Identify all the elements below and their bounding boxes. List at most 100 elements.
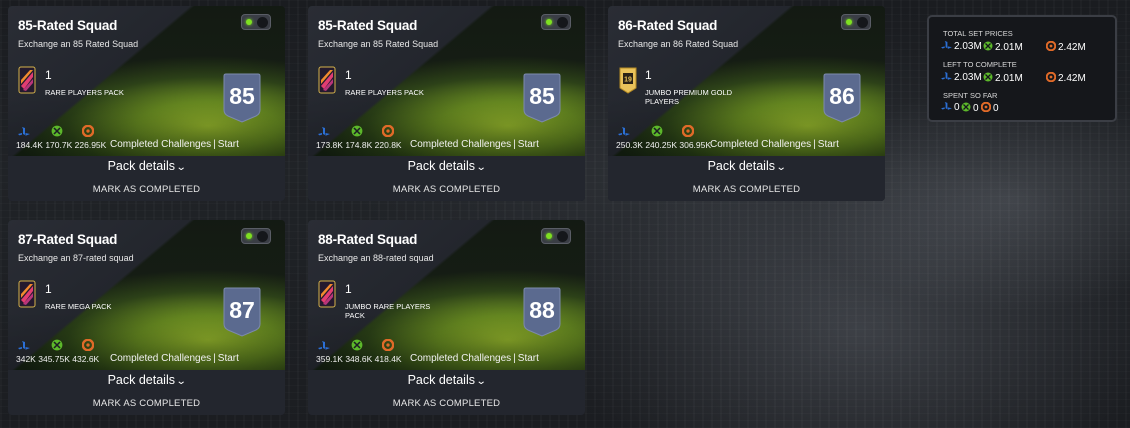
start-link[interactable]: Start (218, 353, 239, 364)
total-set-prices-label: TOTAL SET PRICES (943, 29, 1013, 38)
challenge-links: Completed Challenges | Start (110, 139, 239, 150)
pack-details-toggle[interactable]: Pack details⌄ (308, 159, 585, 173)
link-separator: | (513, 139, 516, 150)
challenge-subtitle: Exchange an 86 Rated Squad (618, 39, 739, 49)
ps-price: 359.1K (316, 354, 343, 364)
rating-badge: 86 (822, 72, 862, 124)
platform-prices: 184.4K 170.7K 226.95K (16, 140, 106, 150)
toggle-indicator (546, 233, 552, 239)
toggle-knob (557, 231, 568, 242)
origin-pc-icon (1046, 41, 1056, 51)
toggle-indicator (546, 19, 552, 25)
mark-as-completed-button[interactable]: MARK AS COMPLETED (608, 184, 885, 195)
completed-challenges-link[interactable]: Completed Challenges (110, 139, 211, 150)
summary-value: 0 (993, 103, 999, 114)
toggle-indicator (246, 233, 252, 239)
rare-pack-icon (318, 66, 336, 94)
pack-name: JUMBO RARE PLAYERS PACK (345, 302, 431, 320)
challenge-subtitle: Exchange an 85 Rated Squad (18, 39, 139, 49)
playstation-icon (941, 41, 952, 49)
favourite-toggle[interactable] (541, 14, 571, 30)
favourite-toggle[interactable] (241, 228, 271, 244)
platform-prices: 173.8K 174.8K 220.8K (316, 140, 402, 150)
start-link[interactable]: Start (218, 139, 239, 150)
pack-details-toggle[interactable]: Pack details⌄ (308, 373, 585, 387)
origin-pc-icon (981, 102, 991, 112)
ps-price: 250.3K (616, 140, 643, 150)
favourite-toggle[interactable] (841, 14, 871, 30)
challenge-links: Completed Challenges | Start (710, 139, 839, 150)
pack-name: RARE MEGA PACK (45, 302, 112, 311)
challenge-subtitle: Exchange an 88-rated squad (318, 253, 434, 263)
playstation-icon (318, 122, 330, 136)
rating-value: 88 (529, 297, 555, 323)
set-price-summary: TOTAL SET PRICES 2.03M 2.01M 2.42M LEFT … (927, 15, 1117, 122)
rating-badge: 88 (522, 286, 562, 338)
summary-value: 0 (973, 103, 979, 114)
link-separator: | (213, 139, 216, 150)
challenge-title: 85-Rated Squad (18, 18, 118, 33)
xbox-icon (983, 41, 993, 51)
pack-quantity: 1 (45, 68, 52, 82)
mark-as-completed-button[interactable]: MARK AS COMPLETED (8, 398, 285, 409)
xbox-icon (351, 336, 363, 351)
rating-value: 85 (529, 83, 555, 109)
toggle-knob (857, 17, 868, 28)
rating-badge: 85 (522, 72, 562, 124)
summary-value: 2.03M (954, 41, 982, 52)
playstation-icon (18, 122, 30, 136)
completed-challenges-link[interactable]: Completed Challenges (710, 139, 811, 150)
origin-pc-icon (681, 122, 695, 138)
chevron-down-icon: ⌄ (475, 162, 487, 173)
platform-prices: 359.1K 348.6K 418.4K (316, 354, 402, 364)
platform-prices: 250.3K 240.25K 306.95K (616, 140, 711, 150)
origin-pc-icon (381, 336, 395, 352)
pack-name: JUMBO PREMIUM GOLD PLAYERS (645, 88, 733, 106)
challenge-links: Completed Challenges | Start (410, 353, 539, 364)
svg-text:19: 19 (624, 77, 632, 84)
summary-value: 2.42M (1058, 73, 1086, 84)
pack-details-toggle[interactable]: Pack details⌄ (8, 159, 285, 173)
pack-details-toggle[interactable]: Pack details⌄ (8, 373, 285, 387)
gold-pack-icon: 19 (618, 66, 637, 94)
rare-pack-icon (318, 280, 336, 308)
favourite-toggle[interactable] (541, 228, 571, 244)
pc-price: 418.4K (374, 354, 402, 364)
total-ps-price: 2.03M (941, 41, 982, 52)
summary-value: 2.42M (1058, 42, 1086, 53)
chevron-down-icon: ⌄ (775, 162, 787, 173)
chevron-down-icon: ⌄ (175, 376, 187, 387)
mark-as-completed-button[interactable]: MARK AS COMPLETED (308, 184, 585, 195)
sbc-challenge-card: 88-Rated Squad Exchange an 88-rated squad… (308, 220, 585, 415)
total-xbox-price: 2.01M (983, 41, 1023, 53)
chevron-down-icon: ⌄ (475, 376, 487, 387)
link-separator: | (213, 353, 216, 364)
pack-details-toggle[interactable]: Pack details⌄ (608, 159, 885, 173)
sbc-challenge-card: 85-Rated Squad Exchange an 85 Rated Squad… (308, 6, 585, 201)
origin-pc-icon (1046, 72, 1056, 82)
pack-quantity: 1 (345, 68, 352, 82)
mark-as-completed-button[interactable]: MARK AS COMPLETED (8, 184, 285, 195)
start-link[interactable]: Start (818, 139, 839, 150)
completed-challenges-link[interactable]: Completed Challenges (110, 353, 211, 364)
playstation-icon (318, 336, 330, 350)
xbox-icon (961, 102, 971, 112)
completed-challenges-link[interactable]: Completed Challenges (410, 139, 511, 150)
left-ps-price: 2.03M (941, 72, 982, 83)
link-separator: | (813, 139, 816, 150)
favourite-toggle[interactable] (241, 14, 271, 30)
start-link[interactable]: Start (518, 139, 539, 150)
xbox-icon (651, 122, 663, 137)
mark-as-completed-button[interactable]: MARK AS COMPLETED (308, 398, 585, 409)
toggle-indicator (846, 19, 852, 25)
xbox-price: 240.25K (645, 140, 677, 150)
pc-price: 432.6K (72, 354, 100, 364)
ps-price: 342K (16, 354, 36, 364)
start-link[interactable]: Start (518, 353, 539, 364)
completed-challenges-link[interactable]: Completed Challenges (410, 353, 511, 364)
playstation-icon (941, 72, 952, 80)
ps-price: 173.8K (316, 140, 343, 150)
pack-name: RARE PLAYERS PACK (345, 88, 424, 97)
challenge-subtitle: Exchange an 87-rated squad (18, 253, 134, 263)
xbox-price: 170.7K (45, 140, 73, 150)
